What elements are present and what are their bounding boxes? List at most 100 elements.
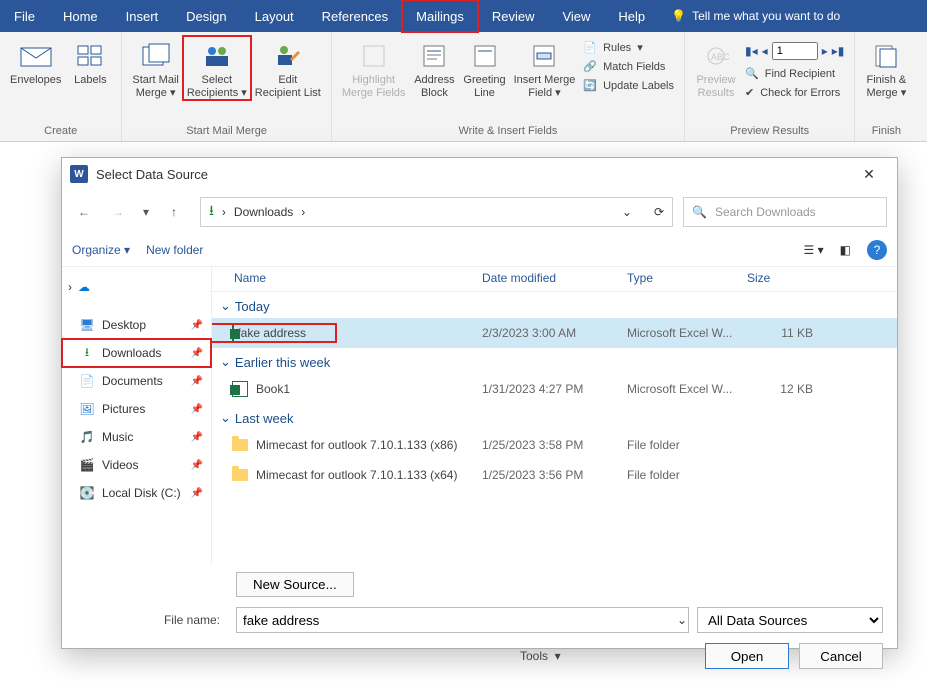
new-source-button[interactable]: New Source... [236,572,354,597]
envelope-icon [20,40,52,72]
address-bar[interactable]: ⭳ › Downloads › ⌄ ⟳ [200,197,673,227]
tree-documents[interactable]: 📄Documents📌 [62,367,211,395]
tree-expand[interactable]: › ☁ [62,273,211,301]
new-folder-button[interactable]: New folder [146,243,203,257]
recipients-icon [201,40,233,72]
labels-button[interactable]: Labels [65,36,115,87]
back-button[interactable]: ← [72,200,96,224]
search-box[interactable]: 🔍 Search Downloads [683,197,887,227]
refresh-button[interactable]: ⟳ [654,205,664,219]
tab-file[interactable]: File [0,0,49,32]
tab-view[interactable]: View [548,0,604,32]
group-create: Envelopes Labels Create [0,32,122,141]
last-record-icon[interactable]: ▸▮ [832,44,845,58]
finish-icon [870,40,902,72]
rules-button[interactable]: 📄Rules ▾ [579,40,678,55]
filename-input[interactable] [236,607,689,633]
tab-references[interactable]: References [308,0,402,32]
folder-icon [232,469,248,481]
preview-pane-toggle[interactable]: ◧ [840,243,851,257]
lightbulb-icon: 💡 [671,9,686,23]
group-label-create: Create [44,123,77,141]
pin-icon[interactable]: 📌 [191,404,203,415]
group-header[interactable]: ⌄ Today [212,292,897,318]
finish-merge-button[interactable]: Finish &Merge ▾ [861,36,911,100]
group-label-preview: Preview Results [730,123,809,141]
record-navigator[interactable]: ▮◂ ◂ ▸ ▸▮ [741,40,848,62]
envelopes-button[interactable]: Envelopes [6,36,65,87]
filename-label: File name: [76,613,226,627]
tree-local-disk-c-[interactable]: 💽Local Disk (C:)📌 [62,479,211,507]
greeting-line-button[interactable]: GreetingLine [459,36,509,100]
record-number-input[interactable] [772,42,818,60]
up-button[interactable]: ↑ [162,200,186,224]
tell-me-search[interactable]: 💡Tell me what you want to do [659,0,852,32]
check-errors-button[interactable]: ✔Check for Errors [741,85,848,100]
group-label-smm: Start Mail Merge [186,123,267,141]
download-arrow-icon: ⭳ [209,200,214,224]
match-fields-button[interactable]: 🔗Match Fields [579,59,678,74]
file-row[interactable]: Book11/31/2023 4:27 PMMicrosoft Excel W.… [212,374,897,404]
group-start-mail-merge: Start MailMerge ▾ SelectRecipients ▾ Edi… [122,32,331,141]
file-row[interactable]: Mimecast for outlook 7.10.1.133 (x86)1/2… [212,430,897,460]
chevron-down-icon: ⌄ [220,354,231,370]
tree-downloads[interactable]: ⭳Downloads📌 [62,339,211,367]
word-icon: W [70,165,88,183]
tree-pictures[interactable]: 🖼Pictures📌 [62,395,211,423]
pin-icon[interactable]: 📌 [191,432,203,443]
find-recipient-button[interactable]: 🔍Find Recipient [741,66,848,81]
pin-icon[interactable]: 📌 [191,348,203,359]
file-row[interactable]: Mimecast for outlook 7.10.1.133 (x64)1/2… [212,460,897,490]
tree-music[interactable]: 🎵Music📌 [62,423,211,451]
tab-help[interactable]: Help [604,0,659,32]
prev-record-icon[interactable]: ◂ [762,44,768,58]
pin-icon[interactable]: 📌 [191,460,203,471]
history-dropdown[interactable]: ▾ [140,200,152,224]
column-headers[interactable]: Name Date modified Type Size [212,267,897,292]
file-row[interactable]: fake address2/3/2023 3:00 AMMicrosoft Ex… [212,318,897,348]
cancel-button[interactable]: Cancel [799,643,883,669]
find-icon: 🔍 [745,67,759,80]
tab-design[interactable]: Design [172,0,240,32]
close-button[interactable]: ✕ [849,166,889,183]
group-header[interactable]: ⌄ Earlier this week [212,348,897,374]
address-block-icon [418,40,450,72]
onedrive-icon: ☁ [78,280,90,294]
pin-icon[interactable]: 📌 [191,376,203,387]
group-preview: ABC PreviewResults ▮◂ ◂ ▸ ▸▮ 🔍Find Recip… [685,32,855,141]
select-recipients-button[interactable]: SelectRecipients ▾ [183,36,251,100]
file-filter-select[interactable]: All Data Sources [697,607,883,633]
open-button[interactable]: Open [705,643,789,669]
next-record-icon[interactable]: ▸ [822,44,828,58]
address-block-button[interactable]: AddressBlock [409,36,459,100]
first-record-icon[interactable]: ▮◂ [745,44,758,58]
insert-field-icon [528,40,560,72]
pin-icon[interactable]: 📌 [191,320,203,331]
organize-menu[interactable]: Organize ▾ [72,243,130,257]
tree-desktop[interactable]: 🖥Desktop📌 [62,311,211,339]
tab-layout[interactable]: Layout [241,0,308,32]
group-label-write: Write & Insert Fields [459,123,558,141]
tab-mailings[interactable]: Mailings [402,0,478,32]
pin-icon[interactable]: 📌 [191,488,203,499]
folder-icon [232,439,248,451]
group-header[interactable]: ⌄ Last week [212,404,897,430]
addr-dropdown-icon[interactable]: ⌄ [622,205,632,219]
preview-results-button: ABC PreviewResults [691,36,741,100]
breadcrumb[interactable]: Downloads [234,205,293,219]
edit-recipient-list-button[interactable]: EditRecipient List [251,36,325,100]
tab-review[interactable]: Review [478,0,549,32]
dialog-title: Select Data Source [96,167,208,182]
update-labels-button[interactable]: 🔄Update Labels [579,78,678,93]
nav-tree: › ☁ 🖥Desktop📌⭳Downloads📌📄Documents📌🖼Pict… [62,267,212,564]
help-button[interactable]: ? [867,240,887,260]
tab-insert[interactable]: Insert [112,0,173,32]
view-menu[interactable]: ☰ ▾ [804,243,824,257]
insert-merge-field-button[interactable]: Insert MergeField ▾ [510,36,580,100]
match-icon: 🔗 [583,60,597,73]
start-mail-merge-button[interactable]: Start MailMerge ▾ [128,36,182,100]
group-label-finish: Finish [872,123,901,141]
tools-menu[interactable]: Tools ▾ [520,649,561,663]
tree-videos[interactable]: 🎬Videos📌 [62,451,211,479]
tab-home[interactable]: Home [49,0,112,32]
